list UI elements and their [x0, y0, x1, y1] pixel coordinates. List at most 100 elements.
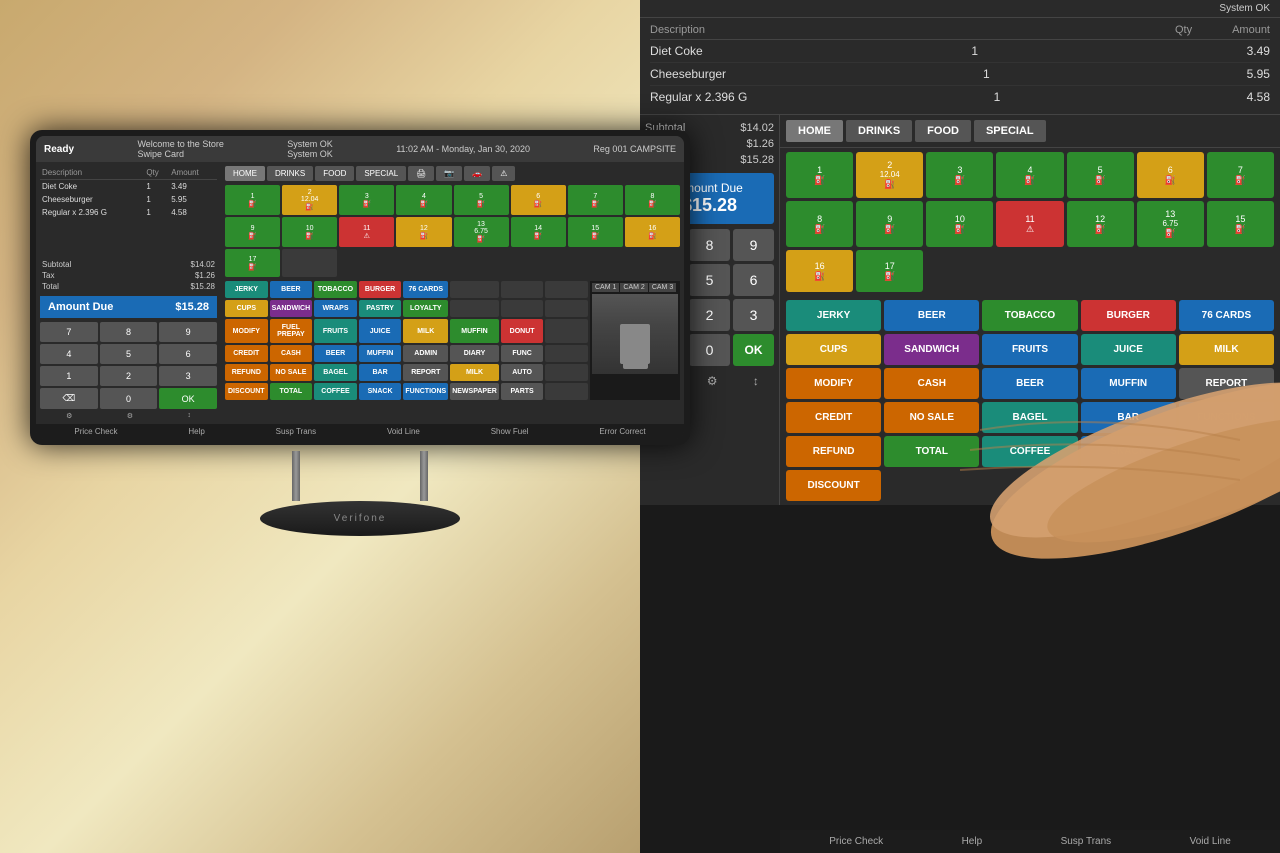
closeup-fuel-8[interactable]: 8⛽ [786, 201, 853, 247]
closeup-tab-special[interactable]: SPECIAL [974, 120, 1046, 142]
btn-sandwich[interactable]: SANDWICH [270, 300, 313, 317]
closeup-num-2[interactable]: 2 [689, 299, 730, 331]
closeup-num-6[interactable]: 6 [733, 264, 774, 296]
fuel-9[interactable]: 9⛽ [225, 217, 280, 247]
btn-nosale[interactable]: NO SALE [270, 364, 313, 381]
closeup-fuel-1[interactable]: 1⛽ [786, 152, 853, 198]
fuel-16[interactable]: 16⛽ [625, 217, 680, 247]
btn-beer-1[interactable]: BEER [270, 281, 313, 298]
closeup-btn-report[interactable]: REPORT [1179, 368, 1274, 399]
tab-drinks[interactable]: DRINKS [267, 166, 313, 181]
num-5[interactable]: 5 [100, 344, 158, 364]
btn-total[interactable]: TOTAL [270, 383, 313, 400]
icon-settings[interactable]: ⚙ [66, 412, 72, 420]
show-fuel-btn[interactable]: Show Fuel [491, 427, 529, 436]
num-0[interactable]: 0 [100, 388, 158, 409]
closeup-fuel-17[interactable]: 17⛽ [856, 250, 923, 292]
btn-jerky[interactable]: JERKY [225, 281, 268, 298]
num-8[interactable]: 8 [100, 322, 158, 342]
fuel-17[interactable]: 17⛽ [225, 249, 280, 277]
closeup-fuel-13[interactable]: 136.75⛽ [1137, 201, 1204, 247]
closeup-btn-burger[interactable]: BURGER [1081, 300, 1176, 331]
closeup-num-5[interactable]: 5 [689, 264, 730, 296]
closeup-fuel-6[interactable]: 6⛽ [1137, 152, 1204, 198]
btn-beer-2[interactable]: BEER [314, 345, 357, 362]
closeup-btn-bagel[interactable]: BAGEL [982, 402, 1077, 433]
fuel-8[interactable]: 8⛽ [625, 185, 680, 215]
closeup-btn-modify[interactable]: MODIFY [786, 368, 881, 399]
fuel-6[interactable]: 6⛽ [511, 185, 566, 215]
price-check-btn[interactable]: Price Check [74, 427, 117, 436]
closeup-btn-beer[interactable]: BEER [884, 300, 979, 331]
btn-loyalty[interactable]: LOYALTY [403, 300, 448, 317]
icon-up[interactable]: ↕ [187, 412, 191, 420]
btn-parts[interactable]: PARTS [501, 383, 544, 400]
closeup-num-9[interactable]: 9 [733, 229, 774, 261]
closeup-fuel-2[interactable]: 212.04⛽ [856, 152, 923, 198]
closeup-btn-tobacco[interactable]: TOBACCO [982, 300, 1077, 331]
closeup-btn-coffee[interactable]: COFFEE [982, 436, 1077, 467]
closeup-btn-total[interactable]: TOTAL [884, 436, 979, 467]
closeup-btn-credit[interactable]: CREDIT [786, 402, 881, 433]
btn-discount[interactable]: DISCOUNT [225, 383, 268, 400]
closeup-tab-home[interactable]: HOME [786, 120, 843, 142]
btn-muffin-2[interactable]: MUFFIN [359, 345, 402, 362]
btn-wraps[interactable]: WRAPS [314, 300, 357, 317]
closeup-fuel-16[interactable]: 16⛽ [786, 250, 853, 292]
cam-tab-1[interactable]: CAM 1 [592, 283, 619, 292]
fuel-1[interactable]: 1⛽ [225, 185, 280, 215]
fuel-5[interactable]: 5⛽ [454, 185, 509, 215]
btn-milk-2[interactable]: MILK [450, 364, 499, 381]
closeup-icon-gear[interactable]: ⚙ [707, 374, 718, 388]
btn-snack[interactable]: SNACK [359, 383, 402, 400]
num-6[interactable]: 6 [159, 344, 217, 364]
cam-tab-2[interactable]: CAM 2 [620, 283, 647, 292]
closeup-tab-drinks[interactable]: DRINKS [846, 120, 912, 142]
closeup-btn-beer-2[interactable]: BEER [982, 368, 1077, 399]
closeup-btn-functions[interactable]: FUNCTIONS [1179, 402, 1274, 433]
btn-fuelprepay[interactable]: FUEL PREPAY [270, 319, 313, 343]
closeup-fuel-7[interactable]: 7⛽ [1207, 152, 1274, 198]
ok-btn[interactable]: OK [159, 388, 217, 409]
btn-cups[interactable]: CUPS [225, 300, 268, 317]
error-correct-btn[interactable]: Error Correct [599, 427, 645, 436]
closeup-fuel-15[interactable]: 15⛽ [1207, 201, 1274, 247]
btn-coffee[interactable]: COFFEE [314, 383, 357, 400]
num-3[interactable]: 3 [159, 366, 217, 386]
fuel-12[interactable]: 12⛽ [396, 217, 451, 247]
btn-76cards[interactable]: 76 CARDS [403, 281, 448, 298]
closeup-fuel-10[interactable]: 10⛽ [926, 201, 993, 247]
closeup-btn-discount[interactable]: DISCOUNT [786, 470, 881, 501]
closeup-btn-76cards[interactable]: 76 CARDS [1179, 300, 1274, 331]
closeup-btn-milk[interactable]: MILK [1179, 334, 1274, 365]
fuel-11[interactable]: 11⚠ [339, 217, 394, 247]
fuel-10[interactable]: 10⛽ [282, 217, 337, 247]
num-2[interactable]: 2 [100, 366, 158, 386]
closeup-btn-fruits[interactable]: FRUITS [982, 334, 1077, 365]
closeup-btn-jerky[interactable]: JERKY [786, 300, 881, 331]
closeup-fuel-4[interactable]: 4⛽ [996, 152, 1063, 198]
icon-warning[interactable]: ⚠ [492, 166, 515, 181]
btn-bar[interactable]: BAR [359, 364, 402, 381]
closeup-fuel-11[interactable]: 11⚠ [996, 201, 1063, 247]
susp-trans-btn[interactable]: Susp Trans [276, 427, 316, 436]
closeup-btn-sandwich[interactable]: SANDWICH [884, 334, 979, 365]
btn-diary[interactable]: DIARY [450, 345, 499, 362]
btn-milk-1[interactable]: MILK [403, 319, 448, 343]
tab-food[interactable]: FOOD [315, 166, 354, 181]
btn-muffin-1[interactable]: MUFFIN [450, 319, 499, 343]
closeup-fuel-3[interactable]: 3⛽ [926, 152, 993, 198]
closeup-fuel-9[interactable]: 9⛽ [856, 201, 923, 247]
num-9[interactable]: 9 [159, 322, 217, 342]
btn-func[interactable]: FUNC [501, 345, 544, 362]
closeup-tab-food[interactable]: FOOD [915, 120, 971, 142]
closeup-num-8[interactable]: 8 [689, 229, 730, 261]
closeup-fuel-12[interactable]: 12⛽ [1067, 201, 1134, 247]
btn-report[interactable]: REPORT [403, 364, 448, 381]
num-1[interactable]: 1 [40, 366, 98, 386]
closeup-btn-nosale[interactable]: NO SALE [884, 402, 979, 433]
btn-modify[interactable]: MODIFY [225, 319, 268, 343]
num-7[interactable]: 7 [40, 322, 98, 342]
tab-special[interactable]: SPECIAL [356, 166, 406, 181]
closeup-num-0[interactable]: 0 [689, 334, 730, 366]
